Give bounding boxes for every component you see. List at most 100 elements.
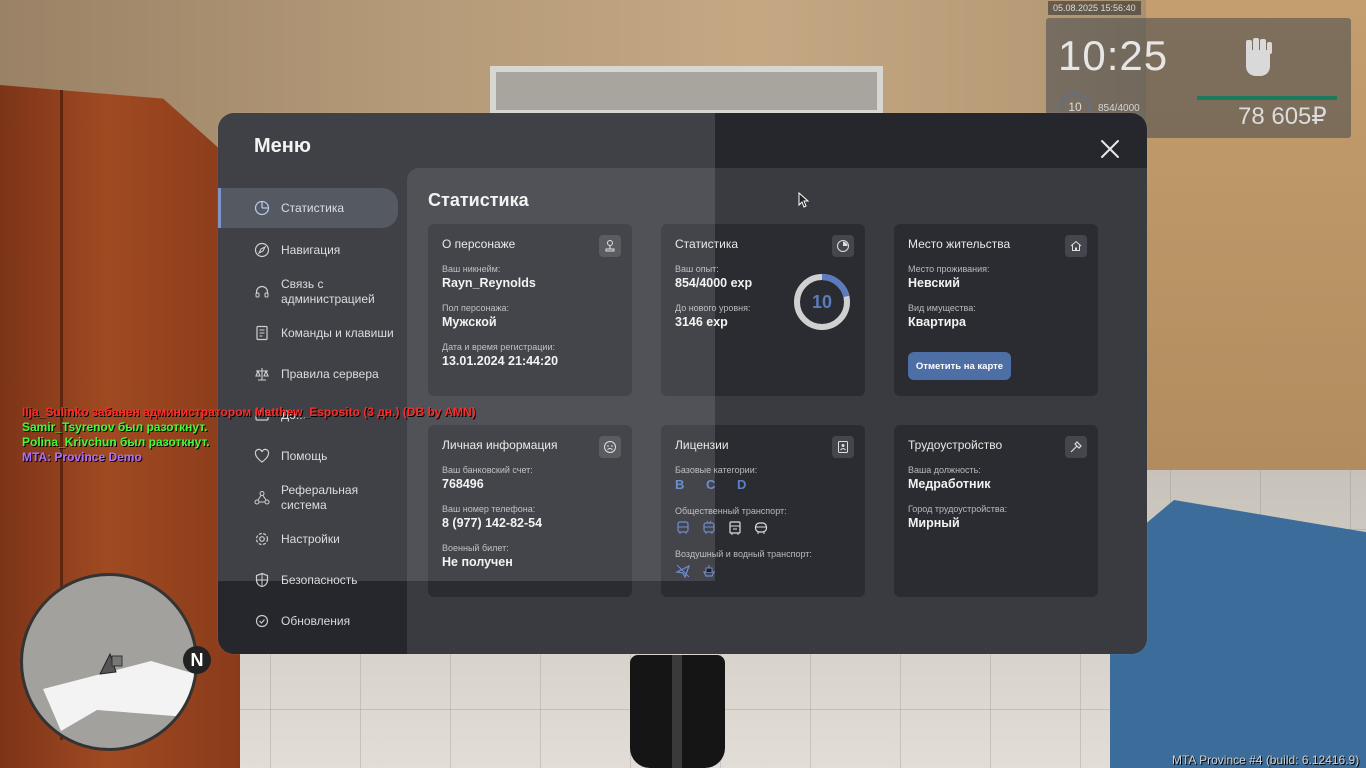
military-label: Военный билет:	[442, 543, 509, 553]
chat-line: Ilja_Sulinko забанен администратором Mat…	[22, 405, 476, 419]
level-number: 10	[812, 292, 832, 312]
phone-value: 8 (977) 142-82-54	[442, 516, 543, 530]
next-level-value: 3146 exp	[675, 315, 728, 329]
card-icon	[832, 436, 854, 458]
gender-label: Пол персонажа:	[442, 303, 510, 313]
hud-level: 10	[1068, 100, 1082, 114]
level-progress-ring: 10	[794, 274, 850, 330]
sidebar-item-referral[interactable]: Реферальная система	[218, 477, 398, 519]
sidebar-item-label: Обновления	[281, 614, 351, 628]
hud-datetime: 05.08.2025 15:56:40	[1048, 1, 1141, 15]
chat-line: Polina_Krivchun был разоткнут.	[22, 435, 210, 449]
mouse-cursor-icon	[798, 192, 810, 208]
card-title: О персонаже	[442, 237, 516, 251]
sidebar-item-rules[interactable]: Правила сервера	[218, 354, 398, 394]
sidebar-item-updates[interactable]: Обновления	[218, 601, 398, 641]
card-residence: Место жительства Место проживания: Невск…	[894, 224, 1098, 396]
sidebar-item-label: Правила сервера	[281, 367, 379, 381]
sidebar-item-statistics[interactable]: Статистика	[218, 188, 398, 228]
bus-icon	[677, 521, 689, 534]
close-button[interactable]	[1096, 135, 1124, 163]
base-categories-label: Базовые категории:	[675, 465, 758, 475]
registration-label: Дата и время регистрации:	[442, 342, 555, 352]
card-title: Место жительства	[908, 237, 1011, 251]
sidebar-item-commands[interactable]: Команды и клавиши	[218, 313, 398, 353]
card-licenses: Лицензии Базовые категории: B C D Общест…	[661, 425, 865, 597]
residence-place-value: Невский	[908, 276, 960, 290]
nickname-label: Ваш никнейм:	[442, 264, 501, 274]
card-icon	[1065, 235, 1087, 257]
card-title: Трудоустройство	[908, 438, 1003, 452]
tram-icon	[729, 521, 741, 535]
air-water-transport-label: Воздушный и водный транспорт:	[675, 549, 812, 559]
card-icon	[599, 235, 621, 257]
chat-line: MTA: Province Demo	[22, 450, 142, 464]
card-icon	[1065, 436, 1087, 458]
sidebar-item-label: Реферальная система	[281, 483, 359, 512]
player-arrow-icon	[99, 652, 123, 675]
face-icon	[604, 441, 616, 453]
compass-icon	[254, 242, 270, 258]
public-transport-label: Общественный транспорт:	[675, 506, 787, 516]
user-stamp-icon	[605, 240, 615, 252]
content-title: Статистика	[428, 190, 529, 210]
clock-chart-icon	[837, 240, 849, 252]
headset-icon	[255, 285, 269, 298]
phone-label: Ваш номер телефона:	[442, 504, 536, 514]
card-job: Трудоустройство Ваша должность: Медработ…	[894, 425, 1098, 597]
menu-title: Меню	[254, 135, 311, 157]
exp-label: Ваш опыт:	[675, 264, 719, 274]
job-city-label: Город трудоустройства:	[908, 504, 1008, 514]
mark-on-map-button[interactable]: Отметить на карте	[908, 352, 1011, 380]
hud-clock: 10:25	[1058, 32, 1169, 79]
chat-log: Ilja_Sulinko забанен администратором Mat…	[22, 405, 476, 465]
registration-value: 13.01.2024 21:44:20	[442, 354, 559, 368]
bank-account-value: 768496	[442, 477, 484, 491]
house-icon	[1070, 240, 1082, 251]
card-stats: Статистика Ваш опыт: 854/4000 exp До нов…	[661, 224, 865, 396]
sidebar-item-label: Настройки	[281, 532, 340, 546]
job-position-value: Медработник	[908, 477, 991, 491]
property-type-label: Вид имущества:	[908, 303, 976, 313]
hammer-icon	[1070, 441, 1082, 453]
boat-icon	[703, 565, 715, 577]
trolleybus-icon	[703, 520, 715, 534]
sidebar-item-label: Навигация	[281, 243, 341, 257]
exp-value: 854/4000 exp	[675, 276, 753, 290]
property-type-value: Квартира	[908, 315, 966, 329]
sidebar-item-security[interactable]: Безопасность	[218, 560, 398, 600]
bank-account-label: Ваш банковский счет:	[442, 465, 533, 475]
hud-money: 78 605₽	[1238, 103, 1327, 130]
shield-icon	[255, 572, 269, 588]
fist-icon	[1246, 38, 1272, 76]
player-legs-gap	[672, 655, 682, 768]
card-icon	[832, 235, 854, 257]
plane-icon	[675, 564, 691, 579]
nickname-value: Rayn_Reynolds	[442, 276, 536, 290]
residence-place-label: Место проживания:	[908, 264, 990, 274]
north-indicator: N	[183, 646, 211, 674]
build-info: MTA Province #4 (build: 6.12416.9)	[1172, 753, 1360, 767]
sidebar-item-admin-contact[interactable]: Связь с администрацией	[218, 271, 398, 313]
hud-health-bar	[1197, 96, 1337, 100]
content-panel: Статистика О персонаже Ваш никнейм: Rayn…	[407, 168, 1147, 654]
sidebar-item-settings[interactable]: Настройки	[218, 519, 398, 559]
blue-floor	[1110, 500, 1366, 768]
base-categories-value: B C D	[675, 477, 756, 492]
job-position-label: Ваша должность:	[908, 465, 981, 475]
sidebar-item-label: Связь с администрацией	[281, 277, 375, 306]
military-value: Не получен	[442, 555, 513, 569]
gear-icon	[255, 532, 269, 546]
card-title: Лицензии	[675, 438, 729, 452]
gender-value: Мужской	[442, 315, 497, 329]
sidebar-item-label: Команды и клавиши	[281, 326, 394, 340]
scales-icon	[255, 368, 269, 381]
pie-chart-icon	[254, 200, 270, 216]
sidebar-item-label: Безопасность	[281, 573, 358, 587]
sidebar-item-label: Статистика	[281, 201, 345, 215]
next-level-label: До нового уровня:	[675, 303, 751, 313]
sidebar-item-navigation[interactable]: Навигация	[218, 230, 398, 270]
window	[490, 66, 883, 116]
menu-window: Меню Статистика Навигация Связь с админи…	[218, 113, 1147, 654]
refresh-icon	[255, 614, 269, 628]
